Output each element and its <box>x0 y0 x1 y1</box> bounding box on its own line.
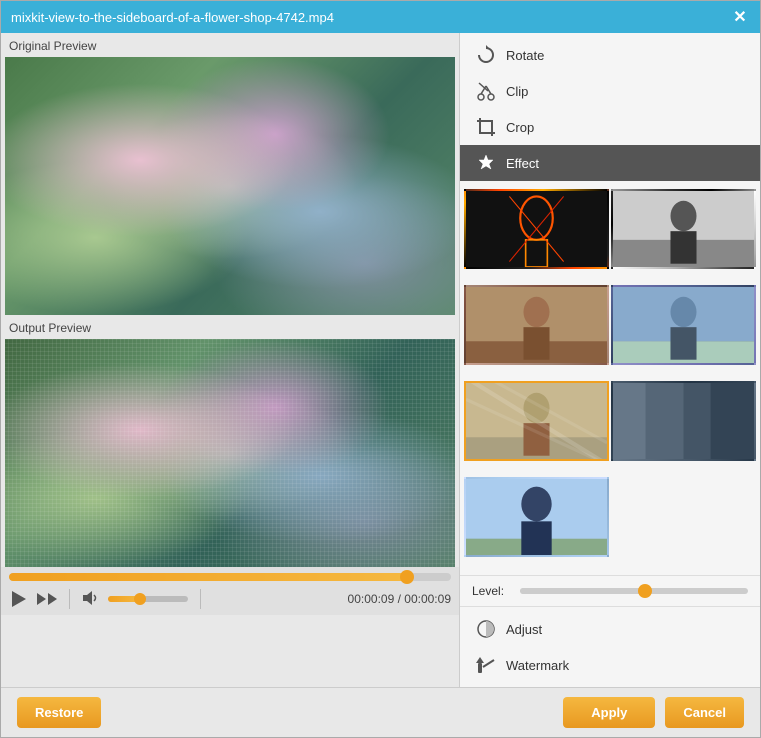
effect-warm[interactable] <box>464 285 609 365</box>
effect-icon <box>476 153 496 173</box>
original-preview-label: Original Preview <box>1 33 459 57</box>
tool-crop[interactable]: Crop <box>460 109 760 145</box>
effect-cool[interactable] <box>611 285 756 365</box>
output-preview-label: Output Preview <box>1 315 459 339</box>
controls-row: 00:00:09 / 00:00:09 <box>9 589 451 609</box>
cancel-button[interactable]: Cancel <box>665 697 744 728</box>
crop-icon <box>476 117 496 137</box>
total-time: 00:00:09 <box>404 592 451 606</box>
right-panel: Rotate Clip <box>459 33 760 687</box>
adjust-icon <box>476 619 496 639</box>
watermark-icon <box>476 655 496 675</box>
effect-overlay <box>5 339 455 567</box>
bottom-tools: Adjust Watermark <box>460 606 760 687</box>
effect-bright[interactable] <box>464 477 609 557</box>
player-controls: 00:00:09 / 00:00:09 <box>1 567 459 615</box>
effect-grid <box>460 185 760 575</box>
left-panel: Original Preview Output Preview <box>1 33 459 687</box>
volume-thumb[interactable] <box>134 593 146 605</box>
level-slider[interactable] <box>520 588 748 594</box>
crop-label: Crop <box>506 120 534 135</box>
current-time: 00:00:09 <box>348 592 395 606</box>
apply-button[interactable]: Apply <box>563 697 655 728</box>
tool-menu: Rotate Clip <box>460 33 760 185</box>
level-label: Level: <box>472 584 512 598</box>
effect-blur[interactable] <box>611 381 756 461</box>
volume-icon <box>82 590 100 609</box>
tool-effect[interactable]: Effect <box>460 145 760 181</box>
play-icon <box>12 591 26 607</box>
original-preview <box>5 57 455 315</box>
level-row: Level: <box>460 575 760 606</box>
time-display: 00:00:09 / 00:00:09 <box>348 592 451 606</box>
adjust-label: Adjust <box>506 622 542 637</box>
level-fill <box>520 588 645 594</box>
level-thumb[interactable] <box>638 584 652 598</box>
skip-button[interactable] <box>37 593 57 605</box>
rotate-icon <box>476 45 496 65</box>
clip-icon <box>476 81 496 101</box>
output-preview <box>5 339 455 567</box>
watermark-label: Watermark <box>506 658 569 673</box>
play-button[interactable] <box>9 589 29 609</box>
tool-rotate[interactable]: Rotate <box>460 37 760 73</box>
effect-canvas[interactable] <box>464 381 609 461</box>
time-sep: / <box>394 592 404 606</box>
clip-label: Clip <box>506 84 528 99</box>
main-content: Original Preview Output Preview <box>1 33 760 687</box>
progress-thumb[interactable] <box>400 570 414 584</box>
divider <box>69 589 70 609</box>
footer: Restore Apply Cancel <box>1 687 760 737</box>
progress-bar[interactable] <box>9 573 451 581</box>
app-window: mixkit-view-to-the-sideboard-of-a-flower… <box>0 0 761 738</box>
speaker-icon <box>82 590 100 606</box>
output-preview-image <box>5 339 455 567</box>
window-title: mixkit-view-to-the-sideboard-of-a-flower… <box>11 10 334 25</box>
original-preview-image <box>5 57 455 315</box>
restore-button[interactable]: Restore <box>17 697 101 728</box>
effect-bw[interactable] <box>611 189 756 269</box>
volume-slider[interactable] <box>108 596 188 602</box>
rotate-label: Rotate <box>506 48 544 63</box>
tool-clip[interactable]: Clip <box>460 73 760 109</box>
footer-button-group: Apply Cancel <box>563 697 744 728</box>
progress-fill <box>9 573 407 581</box>
divider2 <box>200 589 201 609</box>
close-button[interactable]: ✕ <box>730 7 750 27</box>
tool-adjust[interactable]: Adjust <box>460 611 760 647</box>
effect-section: Level: Adj <box>460 185 760 687</box>
tool-watermark[interactable]: Watermark <box>460 647 760 683</box>
title-bar: mixkit-view-to-the-sideboard-of-a-flower… <box>1 1 760 33</box>
effect-label: Effect <box>506 156 539 171</box>
skip-icon <box>37 593 57 605</box>
effect-sketch[interactable] <box>464 189 609 269</box>
